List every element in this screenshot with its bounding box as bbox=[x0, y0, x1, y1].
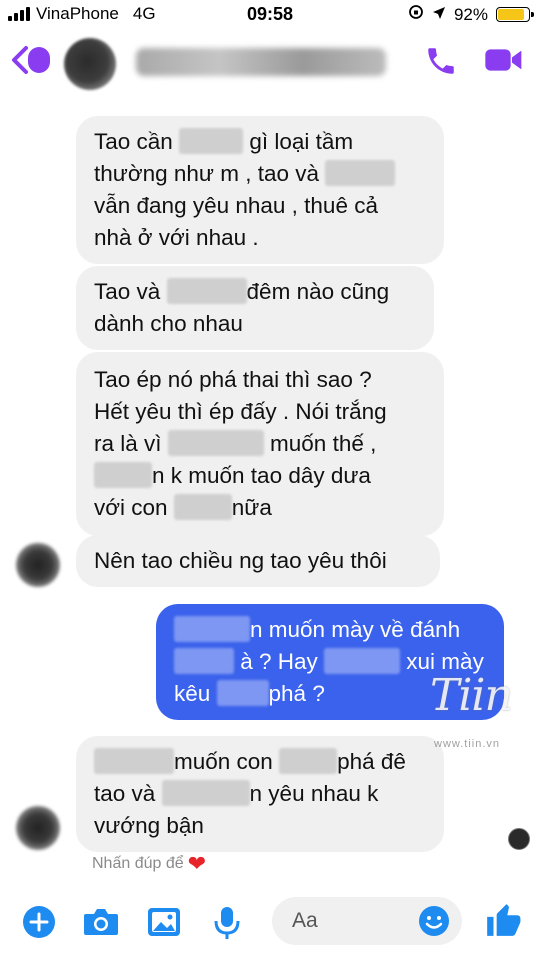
incoming-message-bubble[interactable]: Tao cần gì loại tầm thường như m , tao và… bbox=[76, 116, 444, 264]
watermark-logo: Tiin bbox=[430, 670, 513, 721]
message-line: Tao và đêm nào cũng bbox=[94, 276, 416, 308]
sender-avatar[interactable] bbox=[16, 806, 60, 850]
message-line: ra là vì muốn thế , bbox=[94, 428, 426, 460]
message-text: muốn con bbox=[174, 749, 280, 774]
message-line: nhà ở với nhau . bbox=[94, 222, 426, 254]
message-text: n muốn mày về đánh bbox=[250, 617, 461, 642]
redacted-name bbox=[167, 430, 264, 456]
message-text: nhà ở với nhau . bbox=[94, 225, 259, 250]
message-line: Nên tao chiều ng tao yêu thôi bbox=[94, 545, 422, 577]
message-text: vướng bận bbox=[94, 813, 204, 838]
contact-name[interactable] bbox=[136, 48, 386, 76]
message-text: tao và bbox=[94, 781, 162, 806]
message-line: Hết yêu thì ép đấy . Nói trắng bbox=[94, 396, 426, 428]
message-text: phá đê bbox=[337, 749, 406, 774]
message-line: tao và n yêu nhau k bbox=[94, 778, 426, 810]
message-text: gì loại tầm bbox=[243, 129, 354, 154]
redacted-name bbox=[161, 780, 250, 806]
location-icon bbox=[432, 5, 446, 25]
message-line: n k muốn tao dây dưa bbox=[94, 460, 426, 492]
hint-text: Nhấn đúp để bbox=[92, 855, 184, 872]
sender-avatar[interactable] bbox=[16, 543, 60, 587]
message-text: n yêu nhau k bbox=[249, 781, 379, 806]
double-tap-hint: Nhấn đúp để ❤ bbox=[92, 853, 206, 875]
redacted-name bbox=[166, 278, 247, 304]
redacted-name bbox=[216, 680, 269, 706]
message-text: à ? Hay bbox=[234, 649, 325, 674]
redacted-name bbox=[94, 748, 174, 774]
watermark-url: www.tiin.vn bbox=[434, 738, 501, 750]
message-line: muốn con phá đê bbox=[94, 746, 426, 778]
message-line: dành cho nhau bbox=[94, 308, 416, 340]
redacted-name bbox=[173, 494, 232, 520]
message-text: Tao ép nó phá thai thì sao ? bbox=[94, 367, 372, 392]
orientation-lock-icon bbox=[408, 4, 424, 25]
message-text: thường như m , tao và bbox=[94, 161, 326, 186]
message-text: vẫn đang yêu nhau , thuê cả bbox=[94, 193, 378, 218]
message-text: Hết yêu thì ép đấy . Nói trắng bbox=[94, 399, 387, 424]
incoming-message-bubble[interactable]: Nên tao chiều ng tao yêu thôi bbox=[76, 535, 440, 587]
message-line: thường như m , tao và bbox=[94, 158, 426, 190]
message-text: dành cho nhau bbox=[94, 311, 243, 336]
phone-icon[interactable] bbox=[424, 44, 458, 83]
seen-indicator-avatar bbox=[508, 828, 530, 850]
contact-avatar[interactable] bbox=[64, 38, 116, 90]
message-text: nữa bbox=[231, 495, 272, 520]
incoming-message-bubble[interactable]: Tao ép nó phá thai thì sao ? Hết yêu thì … bbox=[76, 352, 444, 536]
battery-percent: 92% bbox=[453, 4, 488, 24]
redacted-name bbox=[174, 616, 250, 642]
redacted-name bbox=[325, 160, 396, 186]
message-line: n muốn mày về đánh bbox=[174, 614, 486, 646]
redacted-name bbox=[179, 128, 244, 154]
message-text: Nên tao chiều ng tao yêu thôi bbox=[94, 548, 387, 573]
message-text: n k muốn tao dây dưa bbox=[152, 463, 371, 488]
redacted-name bbox=[324, 648, 401, 674]
plus-icon[interactable] bbox=[22, 905, 56, 944]
emoji-icon[interactable] bbox=[418, 905, 450, 942]
message-text: với con bbox=[94, 495, 174, 520]
message-text: ra là vì bbox=[94, 431, 168, 456]
message-line: vẫn đang yêu nhau , thuê cả bbox=[94, 190, 426, 222]
composer-bar: Aa bbox=[0, 889, 540, 961]
message-line: vướng bận bbox=[94, 810, 426, 842]
camera-icon[interactable] bbox=[82, 905, 120, 944]
message-text: kêu bbox=[174, 681, 217, 706]
redacted-name bbox=[279, 748, 338, 774]
message-input[interactable]: Aa bbox=[272, 897, 462, 945]
message-text: đêm nào cũng bbox=[246, 279, 390, 304]
heart-icon: ❤ bbox=[187, 851, 207, 876]
video-camera-icon[interactable] bbox=[484, 44, 524, 81]
redacted-name bbox=[94, 462, 152, 488]
incoming-message-bubble[interactable]: Tao và đêm nào cũng dành cho nhau bbox=[76, 266, 434, 350]
status-bar: VinaPhone 4G 09:58 92% bbox=[0, 0, 540, 30]
message-line: Tao cần gì loại tầm bbox=[94, 126, 426, 158]
incoming-message-bubble[interactable]: muốn con phá đê tao và n yêu nhau k vướng … bbox=[76, 736, 444, 852]
chat-header bbox=[0, 30, 540, 92]
message-text: muốn thế , bbox=[263, 431, 377, 456]
microphone-icon[interactable] bbox=[212, 905, 242, 946]
gallery-icon[interactable] bbox=[146, 905, 182, 944]
message-line: với con nữa bbox=[94, 492, 426, 524]
message-text: Tao cần bbox=[94, 129, 180, 154]
message-line: Tao ép nó phá thai thì sao ? bbox=[94, 364, 426, 396]
message-text: Tao và bbox=[94, 279, 167, 304]
redacted-name bbox=[174, 648, 234, 674]
message-input-placeholder: Aa bbox=[292, 909, 318, 932]
battery-icon bbox=[496, 7, 534, 22]
back-chevron-icon[interactable] bbox=[8, 42, 32, 84]
thumbs-up-icon[interactable] bbox=[484, 901, 522, 944]
message-text: phá ? bbox=[268, 681, 325, 706]
